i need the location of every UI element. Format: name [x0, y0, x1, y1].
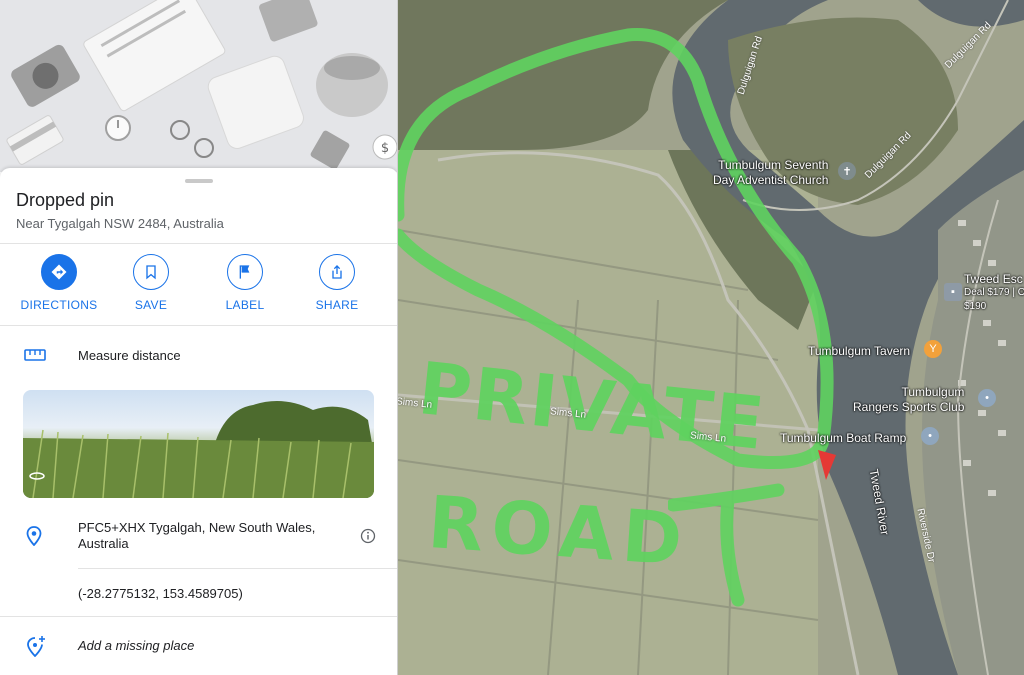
flag-icon	[227, 254, 263, 290]
place-title: Dropped pin	[16, 190, 115, 210]
divider	[0, 325, 397, 326]
photo-scenery	[23, 401, 374, 498]
coordinates-text[interactable]: (-28.2775132, 153.4589705)	[78, 586, 243, 601]
info-icon[interactable]	[360, 528, 376, 549]
label-button[interactable]: LABEL	[200, 254, 290, 312]
share-button[interactable]: SHARE	[292, 254, 382, 312]
place-panel: $ Dropped pin Near Tygalgah NSW 2484, Au…	[0, 0, 398, 675]
divider	[0, 243, 397, 244]
share-label: SHARE	[315, 298, 359, 312]
poi-boat-ramp[interactable]: Tumbulgum Boat Ramp	[780, 431, 906, 445]
add-location-icon	[26, 635, 46, 662]
sports-icon[interactable]: •	[978, 389, 996, 407]
poi-tweed-esc-line1: Tweed Esc	[964, 272, 1023, 286]
plus-code-address: PFC5+XHX Tygalgah, New South Wales, Aust…	[78, 520, 316, 551]
poi-tweed-esc-price: $190	[964, 301, 987, 312]
bar-icon[interactable]: Y	[924, 340, 942, 358]
poi-sports-club-line2: Rangers Sports Club	[853, 400, 965, 414]
annotation-road: ROAD	[425, 479, 693, 583]
save-button[interactable]: SAVE	[106, 254, 196, 312]
divider	[0, 616, 397, 617]
poi-sports-club[interactable]: Tumbulgum Rangers Sports Club	[853, 385, 964, 415]
poi-sports-club-line1: Tumbulgum	[901, 385, 965, 399]
place-sheet: Dropped pin Near Tygalgah NSW 2484, Aust…	[0, 168, 397, 675]
add-missing-place-button[interactable]: Add a missing place	[78, 638, 194, 653]
poi-church-line2: Day Adventist Church	[713, 173, 829, 187]
divider	[78, 568, 397, 569]
church-icon[interactable]: ✝	[838, 162, 856, 180]
drag-handle[interactable]	[185, 179, 213, 183]
street-view-photo[interactable]	[23, 390, 374, 498]
poi-church[interactable]: Tumbulgum Seventh Day Adventist Church	[713, 158, 828, 188]
measure-distance-button[interactable]: Measure distance	[78, 348, 181, 363]
poi-tavern[interactable]: Tumbulgum Tavern	[808, 344, 910, 358]
poi-tweed-esc-deal: Deal $179 | O	[964, 287, 1024, 298]
share-icon	[319, 254, 355, 290]
place-subtitle: Near Tygalgah NSW 2484, Australia	[16, 216, 224, 231]
directions-button[interactable]: DIRECTIONS	[14, 254, 104, 312]
label-label: LABEL	[225, 298, 265, 312]
boat-ramp-icon[interactable]: •	[921, 427, 939, 445]
satellite-map[interactable]: PRIVATE ROAD ✝ Tumbulgum Seventh Day Adv…	[398, 0, 1024, 675]
header-illustration: $	[0, 0, 397, 172]
poi-tweed-esc[interactable]: Tweed Esc Deal $179 | O $190	[964, 272, 1024, 314]
directions-label: DIRECTIONS	[20, 298, 98, 312]
directions-icon	[41, 254, 77, 290]
hotel-icon[interactable]: ▪	[944, 283, 962, 301]
travel-items-illustration: $	[0, 0, 397, 172]
bookmark-icon	[133, 254, 169, 290]
poi-church-line1: Tumbulgum Seventh	[718, 158, 829, 172]
save-label: SAVE	[134, 298, 168, 312]
ruler-icon	[24, 348, 46, 366]
svg-text:$: $	[381, 141, 389, 156]
annotation-t-mark	[668, 483, 785, 607]
location-pin-icon	[26, 526, 42, 551]
